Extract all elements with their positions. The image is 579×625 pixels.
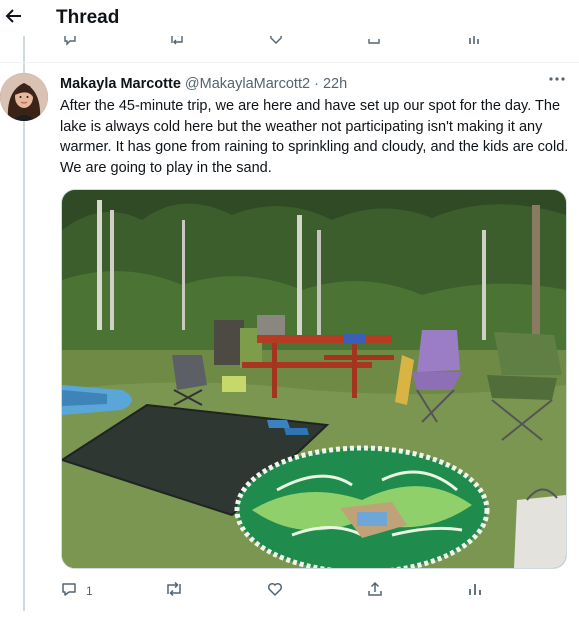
thread-connector-line	[23, 36, 25, 625]
share-button[interactable]	[366, 581, 384, 601]
reply-button[interactable]: 1	[60, 581, 93, 601]
analytics-icon[interactable]	[466, 36, 482, 49]
tweet-time[interactable]: 22h	[323, 76, 347, 92]
tweet-actions: 1	[60, 581, 520, 601]
retweet-button[interactable]	[164, 581, 184, 601]
previous-tweet-actions	[56, 36, 536, 50]
user-handle[interactable]: @MakaylaMarcott2	[185, 76, 310, 92]
retweet-icon[interactable]	[168, 36, 186, 49]
tweet-photo[interactable]	[61, 189, 567, 569]
thread-content: Makayla Marcotte @MakaylaMarcott2 · 22h …	[0, 36, 579, 625]
arrow-left-icon[interactable]	[4, 6, 24, 28]
retweet-icon[interactable]	[164, 580, 184, 603]
page-title: Thread	[56, 7, 120, 28]
thread-header: Thread	[0, 0, 579, 36]
reply-icon[interactable]	[60, 580, 78, 603]
like-button[interactable]	[266, 581, 284, 601]
separator-dot: ·	[314, 76, 319, 92]
analytics-icon[interactable]	[466, 580, 484, 603]
bottom-spacer	[0, 611, 579, 625]
display-name[interactable]: Makayla Marcotte	[60, 76, 181, 92]
avatar[interactable]	[0, 73, 48, 121]
tweet-header: Makayla Marcotte @MakaylaMarcott2 · 22h	[60, 75, 347, 93]
share-icon[interactable]	[366, 580, 384, 603]
tweet-text: After the 45-minute trip, we are here an…	[60, 98, 569, 176]
more-horizontal-icon[interactable]	[548, 71, 566, 89]
analytics-button[interactable]	[466, 581, 484, 601]
reply-count: 1	[86, 584, 93, 598]
reply-icon[interactable]	[62, 36, 78, 49]
share-icon[interactable]	[366, 36, 382, 49]
tweet-divider	[0, 62, 579, 63]
heart-icon[interactable]	[268, 36, 284, 49]
heart-icon[interactable]	[266, 580, 284, 603]
